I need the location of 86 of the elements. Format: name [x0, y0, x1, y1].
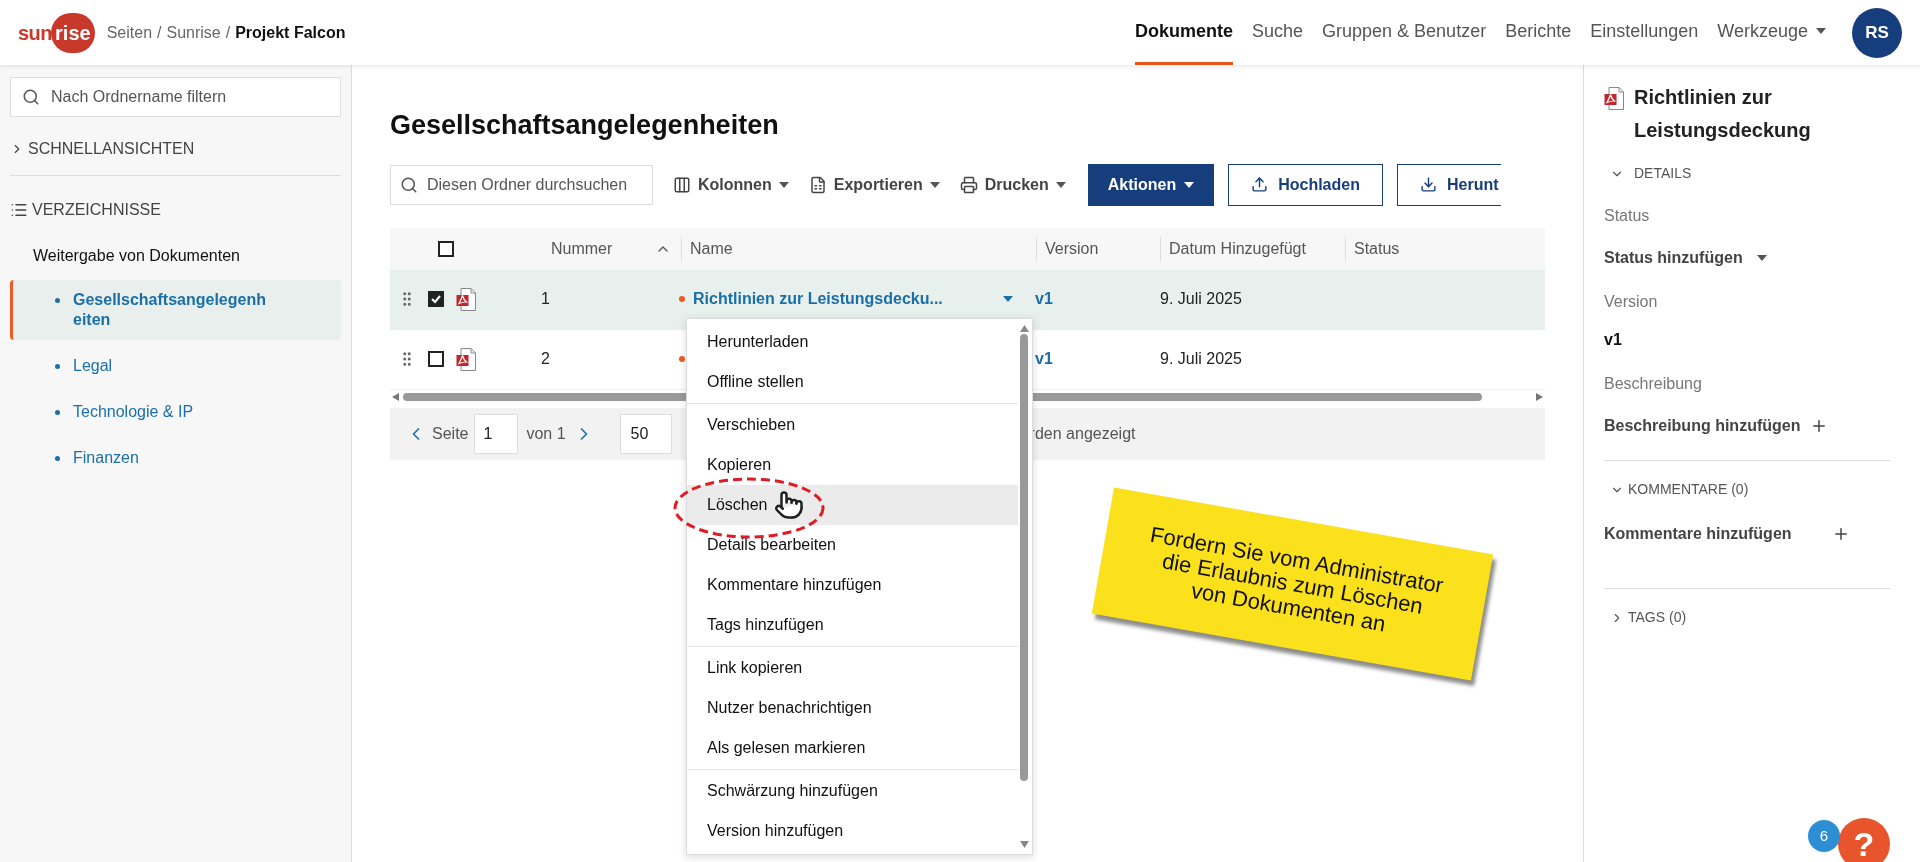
table-cell-text: 2: [541, 349, 551, 369]
details-section-toggle[interactable]: DETAILS: [1610, 163, 1692, 184]
download-button[interactable]: Herunt: [1396, 163, 1501, 206]
breadcrumb-current: Projekt Falcon: [235, 22, 346, 43]
nav-tab[interactable]: Werkzeuge: [1717, 0, 1826, 65]
page-label: Seite: [432, 423, 469, 444]
field-label: Beschreibung: [1604, 374, 1703, 394]
select-all-checkbox[interactable]: [438, 240, 454, 257]
folder-item[interactable]: Legal: [10, 346, 341, 386]
quick-views-toggle[interactable]: SCHNELLANSICHTEN: [10, 135, 195, 163]
scroll-up-arrow-icon[interactable]: [1019, 325, 1029, 332]
help-button[interactable]: ?: [1838, 818, 1890, 862]
version-link[interactable]: v1: [1027, 287, 1152, 311]
folder-filter-field[interactable]: Nach Ordnername filtern: [10, 77, 341, 117]
page-title: Gesellschaftsangelegenheiten: [390, 109, 780, 142]
add-description-button[interactable]: Beschreibung hinzufügen: [1604, 414, 1890, 438]
notification-badge: 6: [1808, 820, 1840, 852]
scroll-right-arrow-icon[interactable]: [1536, 392, 1543, 401]
nav-tab[interactable]: Einstellungen: [1590, 0, 1699, 65]
scroll-left-arrow-icon[interactable]: [392, 392, 399, 401]
column-header[interactable]: Status: [1354, 236, 1455, 261]
row-checkbox[interactable]: [428, 351, 444, 367]
page-number-field[interactable]: 1: [474, 413, 519, 454]
search-icon: [400, 175, 418, 194]
caret-icon: [1816, 28, 1826, 34]
table-row[interactable]: 1 Richtlinien zur Leistungsdecku... v1 9. Juli 2025: [390, 269, 1545, 330]
columns-icon: [673, 175, 691, 194]
row-checkbox[interactable]: [428, 291, 444, 307]
nav-tab[interactable]: Dokumente: [1134, 0, 1233, 65]
column-header[interactable]: Version: [1045, 236, 1150, 261]
column-header[interactable]: Nummer: [551, 236, 655, 261]
toolbar-menu-button[interactable]: Drucken: [959, 172, 1066, 197]
pdf-file-icon: [1604, 87, 1624, 110]
table-cell-text: 9. Juli 2025: [1159, 349, 1243, 369]
pdf-file-icon: [456, 287, 476, 311]
breadcrumb-link[interactable]: Sunrise: [166, 20, 221, 45]
printer-icon: [959, 175, 978, 194]
folder-item[interactable]: Finanzen: [10, 438, 341, 478]
folder-search-field[interactable]: Diesen Ordner durchsuchen: [390, 164, 653, 205]
folder-item[interactable]: Gesellschaftsangelegenheiten: [10, 280, 341, 340]
row-menu-caret-icon: [1003, 296, 1013, 302]
sunrise-logo: sunrise: [18, 12, 95, 53]
search-icon: [22, 88, 40, 106]
folder-item[interactable]: Technologie & IP: [10, 392, 341, 432]
field-value: v1: [1604, 330, 1623, 350]
tags-section-toggle[interactable]: TAGS (0): [1610, 607, 1687, 628]
note-text: Fordern Sie vom Administrator die Erlaubnis zum Löschen von Dokumenten an: [1147, 522, 1446, 639]
column-header[interactable]: Datum Hinzugefügt: [1169, 236, 1335, 261]
nav-tab[interactable]: Berichte: [1505, 0, 1572, 65]
list-icon: [10, 201, 28, 219]
actions-button[interactable]: Aktionen: [1087, 163, 1215, 206]
breadcrumb-separator: /: [157, 22, 162, 43]
user-avatar[interactable]: RS: [1852, 7, 1902, 58]
caret-icon: [1756, 255, 1767, 261]
field-label: Version: [1604, 292, 1659, 312]
caret-icon: [1184, 181, 1195, 188]
folder-link[interactable]: Weitergabe von Dokumenten: [33, 244, 341, 268]
upload-icon: [1251, 176, 1269, 193]
upload-button[interactable]: Hochladen: [1228, 163, 1383, 206]
toolbar-menu-button[interactable]: Exportieren: [808, 172, 940, 197]
toolbar-menu-button[interactable]: Kolonnen: [673, 172, 789, 197]
spreadsheet-file-icon: [808, 175, 827, 194]
download-icon: [1419, 176, 1437, 193]
caret-icon: [1055, 181, 1066, 188]
caret-icon: [929, 181, 940, 188]
page-count: von 1: [526, 423, 566, 444]
caret-icon: [778, 181, 789, 188]
status-dropdown[interactable]: Status hinzufügen: [1604, 246, 1890, 270]
table-cell-text: 9. Juli 2025: [1159, 289, 1243, 309]
nav-tab[interactable]: Gruppen & Benutzer: [1322, 0, 1487, 65]
page-size-select[interactable]: 50: [619, 413, 672, 454]
breadcrumb-link[interactable]: Seiten: [106, 20, 153, 45]
pdf-file-icon: [456, 347, 476, 371]
field-label: Status: [1604, 206, 1651, 226]
menu-item[interactable]: Löschen: [687, 485, 1018, 525]
document-link[interactable]: Richtlinien zur Leistungsdecku...: [693, 287, 1003, 311]
breadcrumb-separator: /: [225, 22, 231, 43]
hand-cursor-icon: [774, 490, 804, 520]
comments-section-toggle[interactable]: KOMMENTARE (0): [1610, 479, 1749, 500]
scroll-down-arrow-icon[interactable]: [1019, 841, 1029, 848]
add-comment-button[interactable]: Kommentare hinzufügen: [1604, 522, 1850, 546]
document-title: Richtlinien zur Leistungsdeckung: [1634, 85, 1812, 143]
table-cell-text: 1: [541, 289, 551, 309]
column-header[interactable]: Name: [690, 236, 1026, 261]
nav-tab[interactable]: Suche: [1252, 0, 1304, 65]
section-heading: VERZEICHNISSE: [32, 200, 161, 220]
